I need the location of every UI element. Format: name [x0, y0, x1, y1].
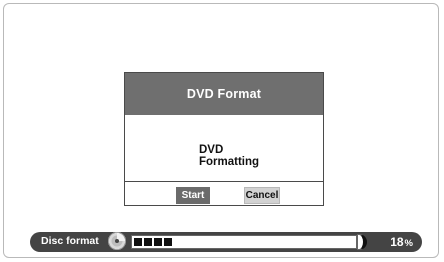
progress-fill [134, 238, 172, 246]
progress-cell [154, 238, 162, 246]
progress-value: 18 [390, 235, 404, 249]
progress-unit: % [404, 238, 413, 249]
progress-cell [134, 238, 142, 246]
progress-track-cap [357, 234, 367, 250]
progress-percent: 18% [390, 235, 413, 249]
progress-cell [144, 238, 152, 246]
dialog-divider [125, 181, 323, 182]
dialog-message-line1: DVD [199, 144, 224, 156]
dialog-message-line2: Formatting [199, 156, 260, 168]
progress-track [131, 235, 357, 249]
dialog-message: DVD Formatting [199, 144, 259, 168]
cancel-button[interactable]: Cancel [244, 187, 280, 204]
disc-format-status-bar: Disc format 18% [30, 232, 422, 252]
dvd-format-dialog: DVD Format DVD Formatting Start Cancel [124, 72, 324, 206]
status-label: Disc format [41, 235, 99, 247]
progress-cell [164, 238, 172, 246]
start-button[interactable]: Start [176, 187, 210, 204]
disc-icon [107, 231, 127, 251]
dialog-title: DVD Format [125, 73, 323, 115]
